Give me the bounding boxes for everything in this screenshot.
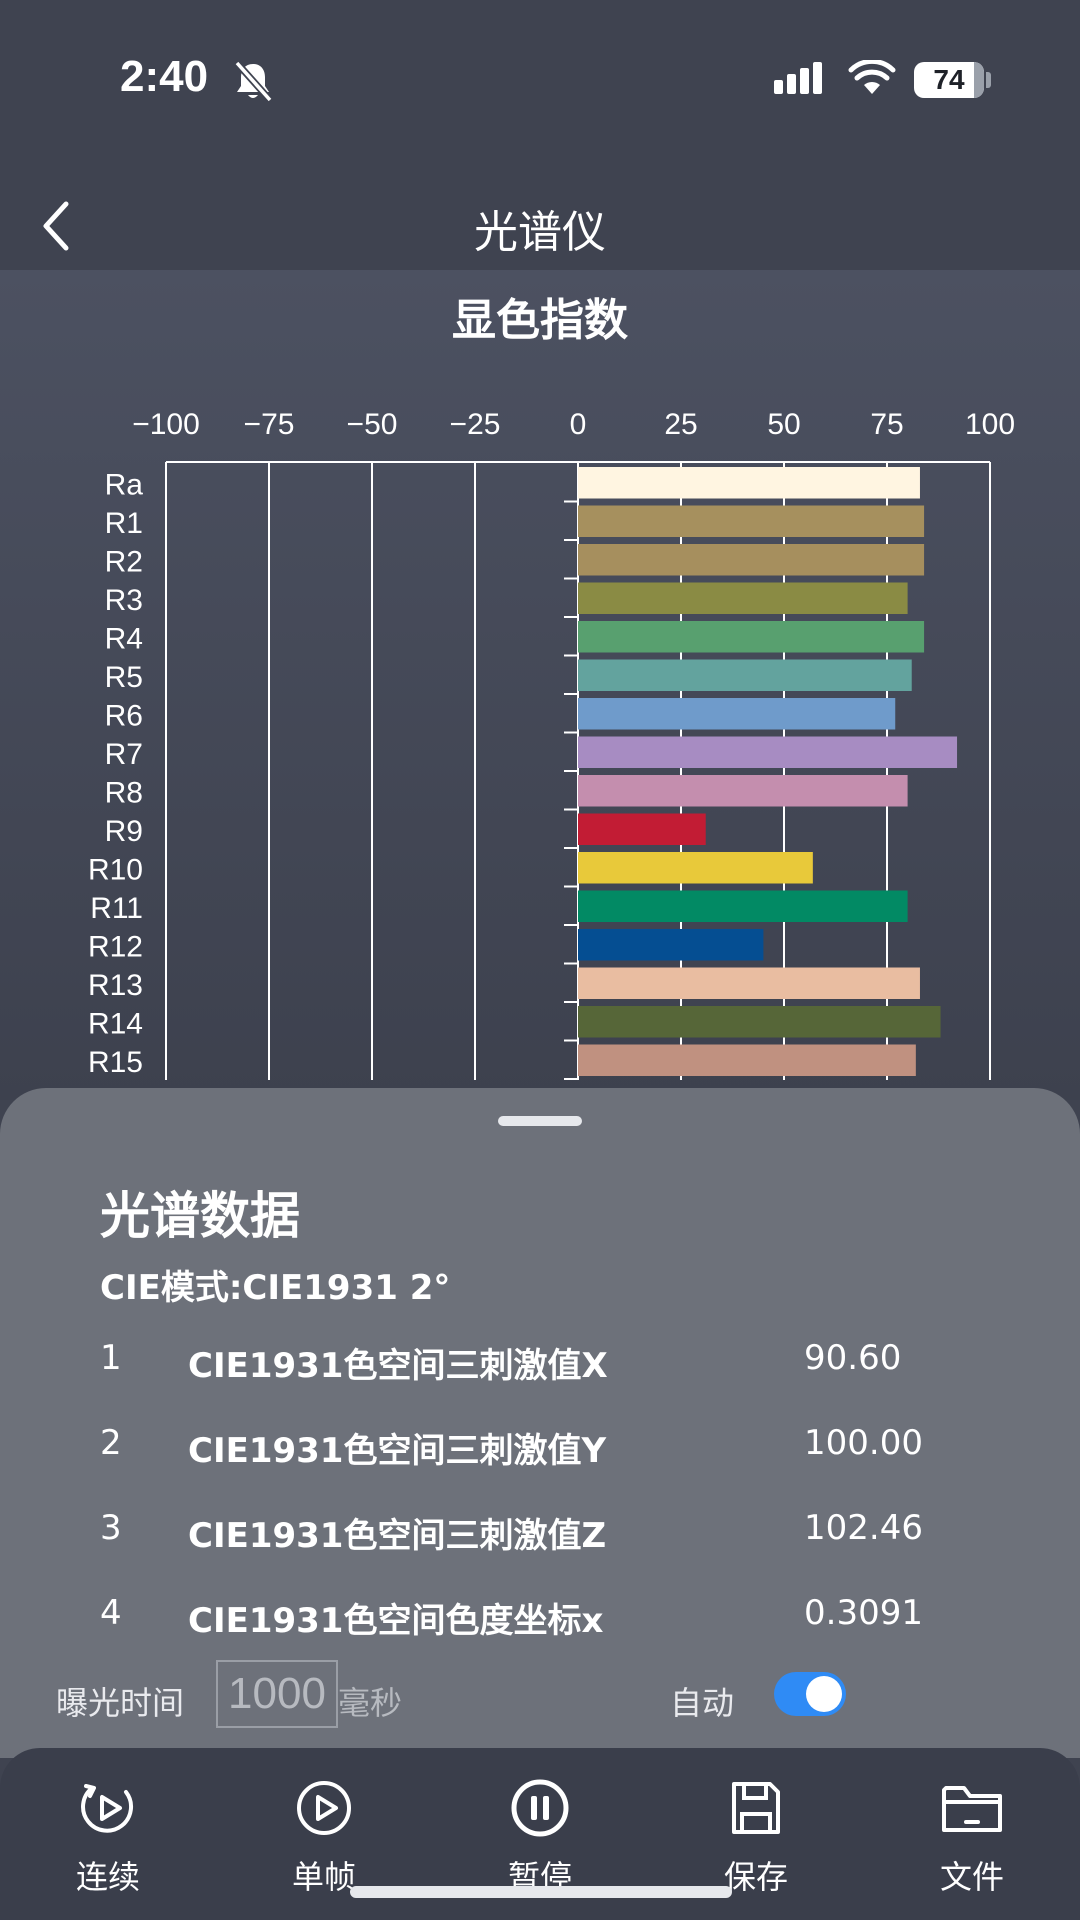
- bar: [578, 467, 920, 499]
- row-label: CIE1931色空间三刺激值X: [188, 1346, 608, 1386]
- cellular-signal-icon: [774, 62, 830, 100]
- x-tick-label: −50: [347, 408, 398, 441]
- page-title: 光谱仪: [474, 207, 606, 258]
- data-row: 2 CIE1931色空间三刺激值Y 100.00: [0, 1415, 1080, 1475]
- tab-label: 连续: [75, 1858, 140, 1896]
- color-rendering-chart: 显色指数 −100 −75 −50 −25 0 25 50 75 100 Ra R1 R2 R3 R4 R5…: [0, 270, 1080, 1100]
- battery-indicator: 74: [914, 62, 984, 98]
- x-tick-label: 25: [664, 408, 697, 441]
- home-indicator: [350, 1886, 732, 1898]
- row-value: 100.00: [804, 1423, 923, 1463]
- continuous-play-icon: [38, 1778, 178, 1838]
- row-value: 90.60: [804, 1338, 902, 1378]
- x-tick-label: −100: [132, 408, 200, 441]
- sheet-drag-handle[interactable]: [498, 1116, 582, 1126]
- y-category-label: R10: [88, 853, 143, 886]
- toggle-knob: [806, 1676, 842, 1712]
- bar: [578, 659, 912, 691]
- auto-label: 自动: [670, 1684, 735, 1722]
- bell-muted-icon: [232, 60, 274, 108]
- bar: [578, 852, 813, 884]
- y-category-label: R14: [88, 1007, 143, 1040]
- row-value: 102.46: [804, 1508, 923, 1548]
- bar: [578, 890, 908, 922]
- nav-bar: 光谱仪: [0, 160, 1080, 270]
- pause-icon: [470, 1778, 610, 1838]
- save-icon: [686, 1778, 826, 1838]
- bar: [578, 813, 706, 845]
- row-label: CIE1931色空间三刺激值Z: [188, 1516, 607, 1556]
- exposure-unit-label: 毫秒: [338, 1684, 403, 1722]
- row-label: CIE1931色空间色度坐标x: [188, 1601, 604, 1641]
- exposure-time-label: 曝光时间: [56, 1684, 185, 1722]
- row-value: 0.3091: [804, 1593, 923, 1633]
- y-category-label: R2: [105, 545, 143, 578]
- wifi-icon: [848, 58, 896, 100]
- x-tick-label: −25: [450, 408, 501, 441]
- y-category-label: R15: [88, 1046, 143, 1079]
- x-tick-label: 0: [570, 408, 587, 441]
- spectral-data-sheet: 光谱数据 CIE模式:CIE1931 2° 1 CIE1931色空间三刺激值X …: [0, 1088, 1080, 1758]
- bar: [578, 967, 920, 999]
- play-icon: [254, 1778, 394, 1838]
- bar: [578, 505, 925, 537]
- x-tick-label: 100: [965, 408, 1015, 441]
- row-index: 3: [100, 1508, 122, 1548]
- x-tick-label: 50: [767, 408, 800, 441]
- tab-continuous[interactable]: 连续: [38, 1778, 178, 1908]
- bar: [578, 775, 908, 807]
- sheet-title: 光谱数据: [100, 1187, 300, 1245]
- row-index: 2: [100, 1423, 122, 1463]
- data-row: 1 CIE1931色空间三刺激值X 90.60: [0, 1330, 1080, 1390]
- y-category-label: R3: [105, 584, 143, 617]
- y-category-label: R9: [105, 815, 143, 848]
- y-category-label: R1: [105, 507, 143, 540]
- bar: [578, 698, 896, 730]
- chart-svg: −100 −75 −50 −25 0 25 50 75 100 Ra R1 R2 R3 R4 R5 R6 R7 R…: [88, 408, 1015, 1080]
- y-category-label: R8: [105, 776, 143, 809]
- bar: [578, 1006, 941, 1038]
- data-row: 4 CIE1931色空间色度坐标x 0.3091: [0, 1585, 1080, 1645]
- row-label: CIE1931色空间三刺激值Y: [188, 1431, 607, 1471]
- folder-icon: [902, 1778, 1042, 1838]
- row-index: 1: [100, 1338, 122, 1378]
- battery-tip: [986, 72, 991, 88]
- x-tick-label: −75: [244, 408, 295, 441]
- row-index: 4: [100, 1593, 122, 1633]
- bar: [578, 929, 764, 961]
- battery-level: 74: [933, 64, 965, 95]
- bar: [578, 621, 925, 653]
- exposure-controls: 曝光时间 1000 毫秒 自动: [0, 1658, 1080, 1738]
- y-category-label: R12: [88, 930, 143, 963]
- y-category-label: R5: [105, 661, 143, 694]
- cie-mode-label: CIE模式:CIE1931 2°: [100, 1268, 451, 1308]
- y-category-label: R13: [88, 969, 143, 1002]
- tab-files[interactable]: 文件: [902, 1778, 1042, 1908]
- data-row: 3 CIE1931色空间三刺激值Z 102.46: [0, 1500, 1080, 1560]
- x-tick-label: 75: [870, 408, 903, 441]
- auto-toggle[interactable]: [774, 1672, 846, 1716]
- bar: [578, 1044, 916, 1076]
- y-category-label: Ra: [105, 468, 144, 501]
- bar: [578, 544, 925, 576]
- status-time: 2:40: [120, 52, 209, 101]
- bar: [578, 736, 958, 768]
- y-category-label: R4: [105, 622, 143, 655]
- y-category-label: R6: [105, 699, 143, 732]
- y-category-label: R11: [90, 892, 143, 925]
- y-category-label: R7: [105, 738, 143, 771]
- status-bar: 2:40 74: [0, 0, 1080, 160]
- tab-label: 文件: [939, 1858, 1004, 1896]
- exposure-time-input[interactable]: 1000: [216, 1660, 338, 1728]
- bar: [578, 582, 908, 614]
